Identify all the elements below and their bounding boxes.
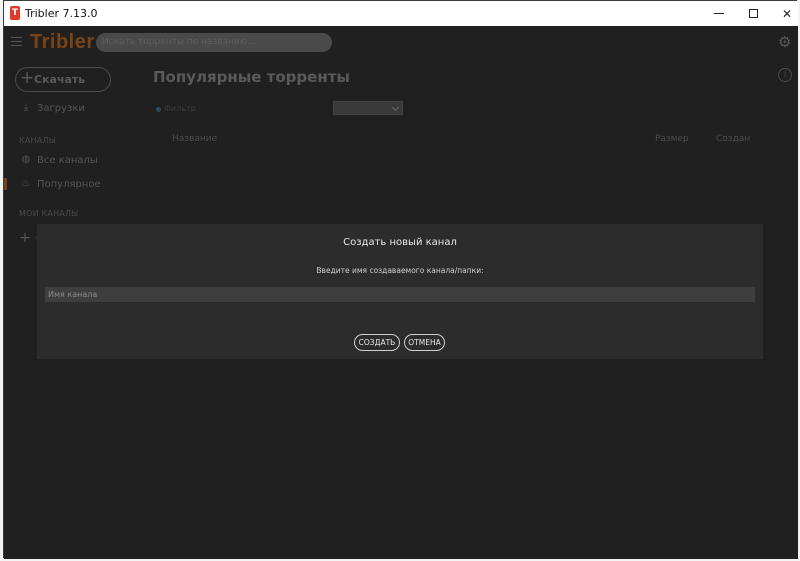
filter-input[interactable]: Фильтр [164,104,196,113]
sidebar-item-label: Популярное [37,178,101,190]
dialog-title: Создать новый канал [343,237,457,248]
plus-icon: + [20,68,35,88]
search-input[interactable]: Искать торренты по названию... [96,33,332,52]
create-button[interactable]: СОЗДАТЬ [354,334,400,351]
active-indicator [4,178,7,190]
channels-section-label: Каналы [19,136,56,145]
create-channel-dialog: Создать новый канал Введите имя создавае… [37,224,763,359]
download-button[interactable]: + Скачать [15,67,111,92]
download-button-label: Скачать [34,73,86,86]
main-content: Tribler Искать торренты по названию... ⚙… [4,26,798,559]
close-button[interactable]: ✕ [770,1,800,26]
close-icon: ✕ [781,6,793,21]
tribler-app-icon: T [10,6,20,20]
filter-search-icon [156,107,161,112]
maximize-button[interactable] [736,1,770,26]
sidebar-item-label: Все каналы [37,154,98,166]
sidebar-item-label: Загрузки [37,102,85,114]
column-header-size[interactable]: Размер [655,134,689,144]
sidebar-item-downloads[interactable]: ⤓ Загрузки [20,102,85,114]
minimize-icon [714,13,724,14]
sidebar-item-all-channels[interactable]: ◍ Все каналы [20,154,98,166]
tribler-logo: Tribler [30,31,95,53]
column-header-created[interactable]: Создан [716,134,750,144]
plus-icon: + [19,230,31,246]
globe-icon: ◍ [21,154,31,165]
category-dropdown[interactable] [333,101,403,115]
cancel-button[interactable]: ОТМЕНА [404,334,445,351]
download-icon: ⤓ [23,102,29,113]
info-icon[interactable]: i [778,68,792,82]
window-title: Tribler 7.13.0 [25,7,98,20]
sidebar-item-popular[interactable]: ♨ Популярное [20,178,101,190]
dialog-prompt: Введите имя создаваемого канала/папки: [316,266,484,275]
channel-name-input[interactable] [45,287,755,302]
menu-icon[interactable] [11,37,22,46]
column-header-name[interactable]: Название [172,134,217,144]
app-window: T Tribler 7.13.0 ✕ Tribler Искать торрен… [3,0,798,559]
title-bar: T Tribler 7.13.0 ✕ [4,1,798,26]
gear-icon[interactable]: ⚙ [778,35,792,50]
my-channels-section-label: Мои каналы [19,209,79,218]
maximize-icon [748,9,758,18]
page-title: Популярные торренты [153,68,350,86]
fire-icon: ♨ [21,178,31,189]
minimize-button[interactable] [702,1,736,26]
